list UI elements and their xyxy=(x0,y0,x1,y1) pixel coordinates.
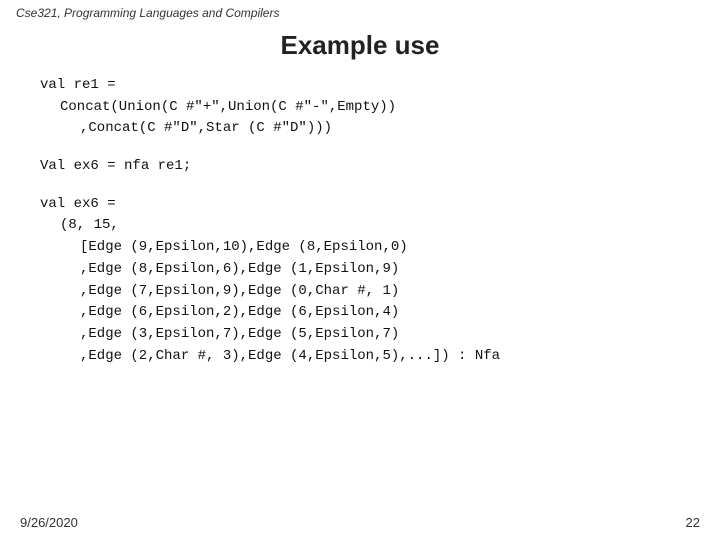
code-block-3: val ex6 = (8, 15, [Edge (9,Epsilon,10),E… xyxy=(40,194,680,368)
footer-date: 9/26/2020 xyxy=(20,515,78,530)
code-line-1-2: Concat(Union(C #"+",Union(C #"-",Empty)) xyxy=(60,97,680,119)
code-line-3-4: ,Edge (8,Epsilon,6),Edge (1,Epsilon,9) xyxy=(80,259,680,281)
code-line-3-7: ,Edge (3,Epsilon,7),Edge (5,Epsilon,7) xyxy=(80,324,680,346)
header-bar: Cse321, Programming Languages and Compil… xyxy=(0,0,720,26)
content-area: val re1 = Concat(Union(C #"+",Union(C #"… xyxy=(0,75,720,367)
code-line-3-3: [Edge (9,Epsilon,10),Edge (8,Epsilon,0) xyxy=(80,237,680,259)
footer-page: 22 xyxy=(686,515,700,530)
code-block-1: val re1 = Concat(Union(C #"+",Union(C #"… xyxy=(40,75,680,140)
code-line-3-8: ,Edge (2,Char #, 3),Edge (4,Epsilon,5),.… xyxy=(80,346,680,368)
code-line-3-5: ,Edge (7,Epsilon,9),Edge (0,Char #, 1) xyxy=(80,281,680,303)
code-line-1-1: val re1 = xyxy=(40,75,680,97)
code-line-3-1: val ex6 = xyxy=(40,194,680,216)
header-label: Cse321, Programming Languages and Compil… xyxy=(16,6,279,20)
code-line-3-2: (8, 15, xyxy=(60,215,680,237)
code-block-2: Val ex6 = nfa re1; xyxy=(40,156,680,178)
page-title: Example use xyxy=(0,30,720,61)
code-line-3-6: ,Edge (6,Epsilon,2),Edge (6,Epsilon,4) xyxy=(80,302,680,324)
code-line-2-1: Val ex6 = nfa re1; xyxy=(40,156,680,178)
footer: 9/26/2020 22 xyxy=(0,515,720,530)
code-line-1-3: ,Concat(C #"D",Star (C #"D"))) xyxy=(80,118,680,140)
